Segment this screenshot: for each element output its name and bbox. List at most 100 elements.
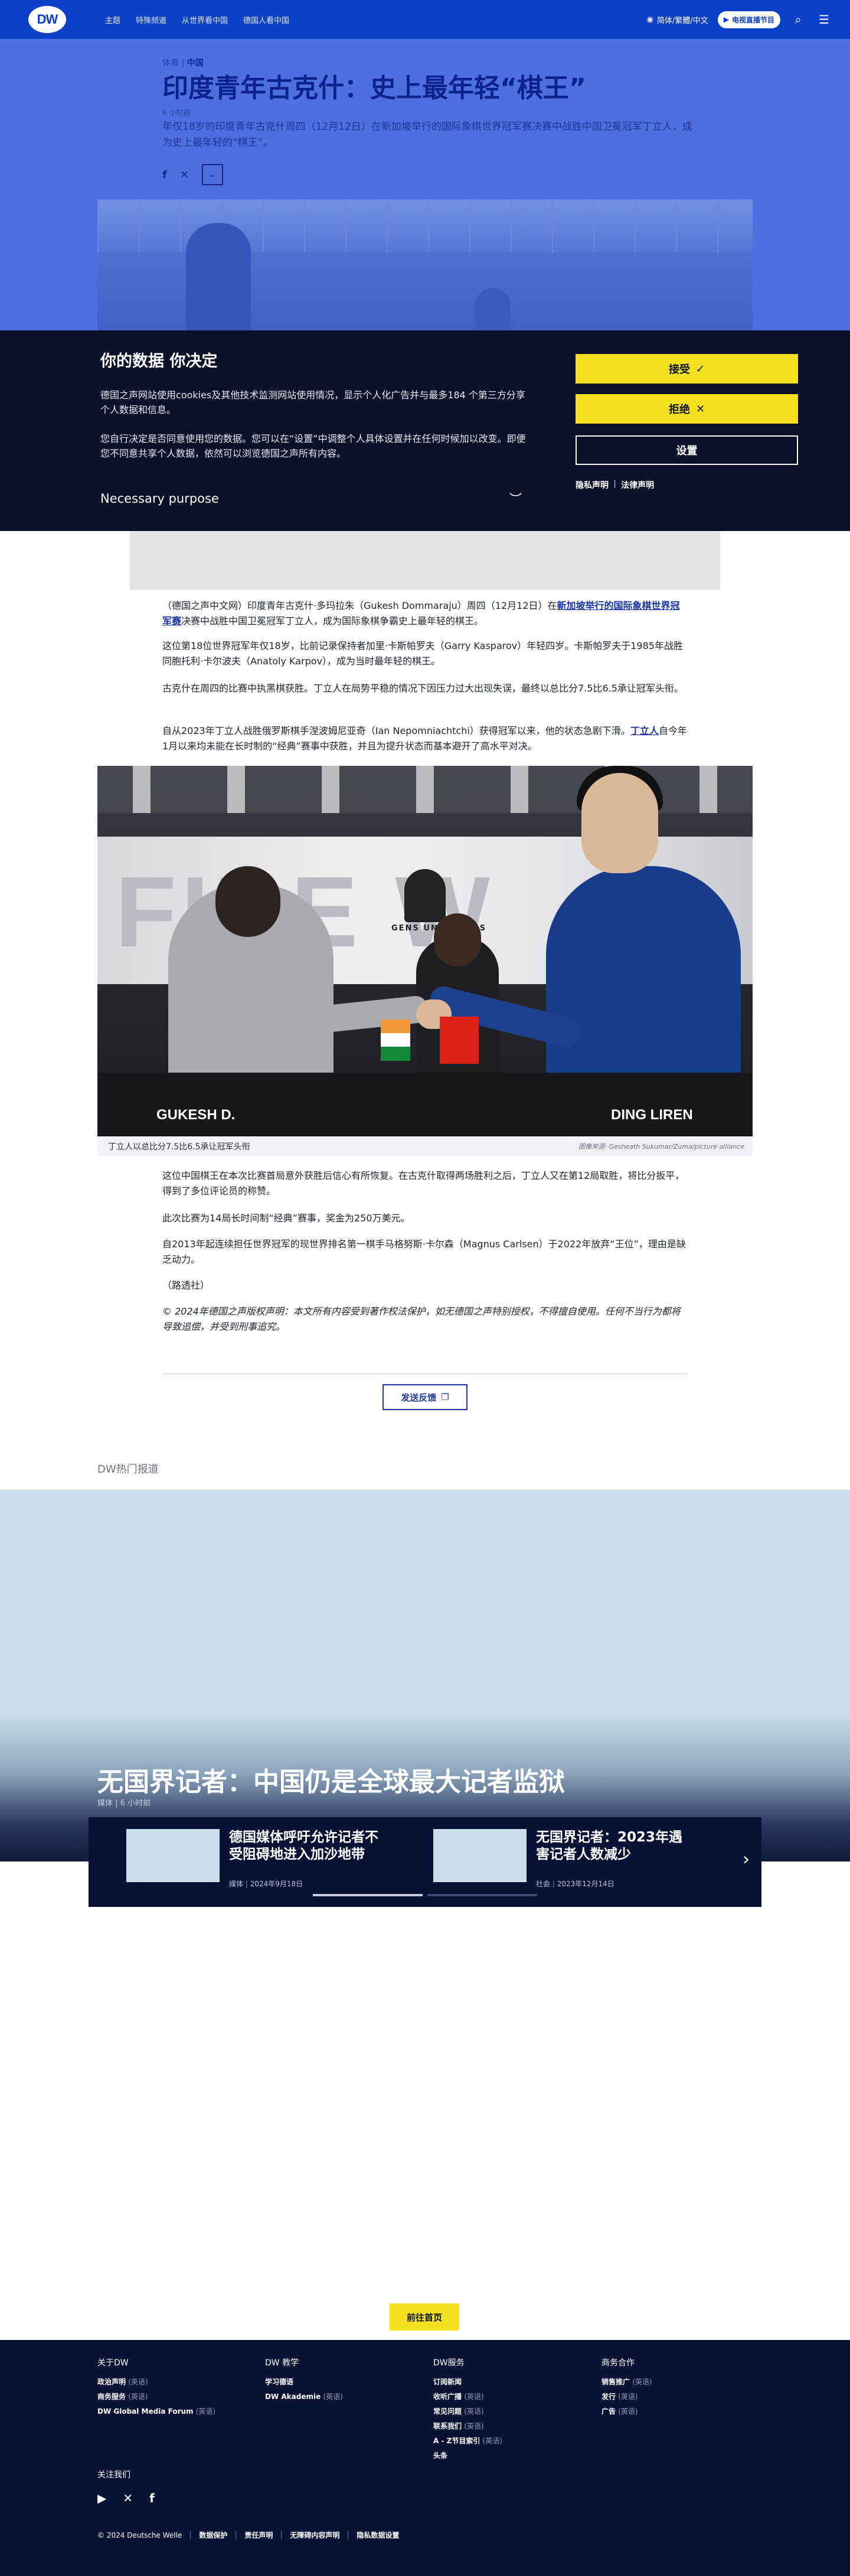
footer-link[interactable]: 发行 (英语) (601, 2391, 652, 2401)
caption-text: 丁立人以总比分7.5比6.5承让冠军头衔 (108, 1142, 250, 1152)
carousel-progress (313, 1894, 537, 1896)
footer-link[interactable]: 学习德语 (265, 2377, 343, 2387)
check-icon: ✓ (695, 362, 705, 375)
photo-nameplate-right: DING LIREN (611, 1107, 693, 1123)
follow-us-label: 关注我们 (97, 2470, 130, 2480)
footer-col-services: DW服务 订阅新闻 收听广播 (英语) 常见问题 (英语) 联系我们 (英语) … (433, 2357, 502, 2465)
carousel-card[interactable]: 德国媒体呼吁允许记者不受阻碍地进入加沙地带 媒体 | 2024年9月18日 (126, 1829, 380, 1888)
footer-bottom-link[interactable]: 隐私数据设置 (357, 2530, 399, 2540)
body-paragraph-7: 自2013年起连续担任世界冠军的现世界排名第一棋手马格努斯·卡尔森（Magnus… (162, 1238, 686, 1266)
footer-link[interactable]: DW Akademie (英语) (265, 2391, 343, 2401)
section-heading: DW热门报道 (97, 1463, 159, 1476)
paragraph-text: 决赛中战胜中国卫冕冠军丁立人，成为国际象棋争霸史上最年轻的棋王。 (181, 615, 484, 627)
footer-link[interactable]: 订阅新闻 (433, 2377, 502, 2387)
nav-item-germans-view[interactable]: 德国人看中国 (243, 14, 289, 25)
facebook-icon[interactable]: f (149, 2491, 155, 2505)
footer-link[interactable]: 商务服务 (英语) (97, 2391, 215, 2401)
footer-bottom-bar: © 2024 Deutsche Welle 数据保护 责任声明 无障碍内容声明 … (97, 2530, 399, 2540)
accept-button[interactable]: 接受 ✓ (576, 354, 798, 384)
globe-icon: ◉ (646, 15, 653, 24)
footer-link[interactable]: 销售推广 (英语) (601, 2377, 652, 2387)
photo-credit: 图像来源: Gesheath Sukumar/Zuma/picture alli… (578, 1143, 744, 1151)
carousel-card[interactable]: 无国界记者：2023年遇害记者人数减少 社会 | 2023年12月14日 (433, 1829, 687, 1888)
search-icon[interactable]: ⌕ (790, 12, 806, 27)
footer-bottom-link[interactable]: 数据保护 (199, 2530, 227, 2540)
footer-link[interactable]: 头条 (433, 2450, 502, 2460)
footer-link[interactable]: 广告 (英语) (601, 2406, 652, 2416)
related-carousel: 德国媒体呼吁允许记者不受阻碍地进入加沙地带 媒体 | 2024年9月18日 无国… (89, 1817, 761, 1907)
carousel-dot[interactable] (427, 1894, 537, 1896)
body-paragraph-3: 古克什在周四的比赛中执黑棋获胜。丁立人在局势平稳的情况下因压力过大出现失误，最终… (162, 683, 684, 694)
article-region[interactable]: 中国 (187, 58, 204, 68)
necessary-purpose-toggle[interactable]: Necessary purpose ︶ (100, 490, 522, 507)
settings-button[interactable]: 设置 (576, 435, 798, 465)
card-title: 无国界记者：2023年遇害记者人数减少 (536, 1830, 683, 1862)
cookie-text-2: 您自行决定是否同意使用您的数据。您可以在“设置”中调整个人具体设置并在任何时候加… (100, 433, 526, 459)
more-share-icon[interactable]: ⌄ (201, 164, 223, 185)
reject-button[interactable]: 拒绝 ✕ (576, 394, 798, 424)
cookie-links: 隐私声明 | 法律声明 (576, 479, 655, 491)
paragraph-text: （德国之声中文网）印度青年古克什·多玛拉朱（Gukesh Dommaraju）周… (162, 600, 557, 611)
featured-teaser-meta: 媒体 | 6 小时前 (97, 1799, 151, 1808)
body-paragraph-6: 此次比赛为14局长时间制“经典”赛事，奖金为250万美元。 (162, 1212, 410, 1224)
card-meta: 媒体 | 2024年9月18日 (229, 1880, 303, 1888)
language-selector[interactable]: ◉ 简体/繁體/中文 (647, 14, 708, 25)
footer: 关于DW 政治声明 (英语) 商务服务 (英语) DW Global Media… (0, 2340, 850, 2576)
close-icon: ✕ (695, 402, 705, 415)
footer-link[interactable]: A - Z节目索引 (英语) (433, 2436, 502, 2446)
copyright-notice: © 2024年德国之声版权声明：本文所有内容受到著作权法保护，如无德国之声特别授… (162, 1306, 681, 1333)
footer-col-title: DW 教学 (265, 2358, 299, 2368)
article-lead: 年仅18岁的印度青年古克什周四（12月12日）在新加坡举行的国际象棋世界冠军赛决… (162, 121, 692, 149)
copy-icon: ❐ (441, 1392, 449, 1402)
x-share-icon[interactable]: ✕ (180, 169, 189, 181)
x-icon[interactable]: ✕ (123, 2491, 133, 2505)
featured-teaser-title[interactable]: 无国界记者：中国仍是全球最大记者监狱 (97, 1761, 565, 1798)
main-nav: 主题 特殊频道 从世界看中国 德国人看中国 (105, 0, 289, 39)
body-paragraph-5: 这位中国棋王在本次比赛首局意外获胜后信心有所恢复。在古克什取得两场胜利之后，丁立… (162, 1170, 685, 1197)
china-flag (440, 1017, 479, 1064)
carousel-dot[interactable] (313, 1894, 423, 1896)
photo-caption: 丁立人以总比分7.5比6.5承让冠军头衔 图像来源: Gesheath Suku… (97, 1136, 753, 1156)
menu-icon[interactable]: ☰ (816, 12, 832, 27)
cookie-text-1: 德国之声网站使用cookies及其他技术监测网站使用情况，显示个人化广告并与最多… (100, 389, 525, 415)
facebook-share-icon[interactable]: f (162, 169, 167, 181)
paragraph-text: 自从2023年丁立人战胜俄罗斯棋手涅波姆尼亚奇（Ian Nepomniachtc… (162, 725, 630, 736)
teaser-time: 6 小时前 (120, 1799, 151, 1808)
nav-item-world-view[interactable]: 从世界看中国 (182, 14, 228, 25)
footer-link[interactable]: 收听广播 (英语) (433, 2391, 502, 2401)
footer-col-title: 商务合作 (601, 2358, 635, 2368)
chevron-down-icon: ︶ (509, 492, 522, 506)
article-kicker: 体育 | 中国 (162, 58, 204, 68)
india-flag (381, 1020, 410, 1061)
dw-logo[interactable]: DW (28, 6, 66, 33)
youtube-icon[interactable]: ▶ (97, 2491, 106, 2505)
cookie-title: 你的数据 你决定 (100, 352, 218, 371)
legal-link[interactable]: 法律声明 (621, 479, 654, 491)
chevron-right-icon[interactable]: › (743, 1849, 750, 1870)
card-meta: 社会 | 2023年12月14日 (536, 1880, 614, 1888)
reject-label: 拒绝 (668, 404, 690, 416)
go-home-button[interactable]: 前往首页 (390, 2303, 459, 2331)
footer-col-title: 关于DW (97, 2358, 129, 2368)
footer-link[interactable]: 政治声明 (英语) (97, 2377, 215, 2387)
play-icon: ▶ (723, 15, 729, 24)
footer-bottom-link[interactable]: 责任声明 (244, 2530, 273, 2540)
privacy-link[interactable]: 隐私声明 (576, 479, 609, 491)
article-category[interactable]: 体育 (162, 58, 179, 68)
footer-link[interactable]: 联系我们 (英语) (433, 2421, 502, 2431)
footer-link[interactable]: DW Global Media Forum (英语) (97, 2406, 215, 2416)
article-photo: FIDE W GENS UNA SUMUS GUKESH D. DING LIR… (97, 766, 753, 1136)
feedback-label: 发送反馈 (401, 1392, 437, 1403)
footer-bottom-link[interactable]: 无障碍内容声明 (290, 2530, 339, 2540)
ding-liren-link[interactable]: 丁立人 (630, 725, 659, 736)
live-tv-button[interactable]: ▶ 电视直播节目 (717, 11, 780, 28)
live-tv-label: 电视直播节目 (731, 15, 774, 24)
accept-label: 接受 (668, 363, 690, 376)
nav-item-topics[interactable]: 主题 (105, 14, 120, 25)
send-feedback-button[interactable]: 发送反馈 ❐ (382, 1384, 468, 1410)
nav-item-special[interactable]: 特殊频道 (136, 14, 166, 25)
top-navigation-bar: DW 主题 特殊频道 从世界看中国 德国人看中国 ◉ 简体/繁體/中文 ▶ 电视… (0, 0, 850, 39)
header-actions: ◉ 简体/繁體/中文 ▶ 电视直播节目 ⌕ ☰ (647, 0, 832, 39)
footer-col-learning: DW 教学 学习德语 DW Akademie (英语) (265, 2357, 343, 2406)
footer-link[interactable]: 常见问题 (英语) (433, 2406, 502, 2416)
